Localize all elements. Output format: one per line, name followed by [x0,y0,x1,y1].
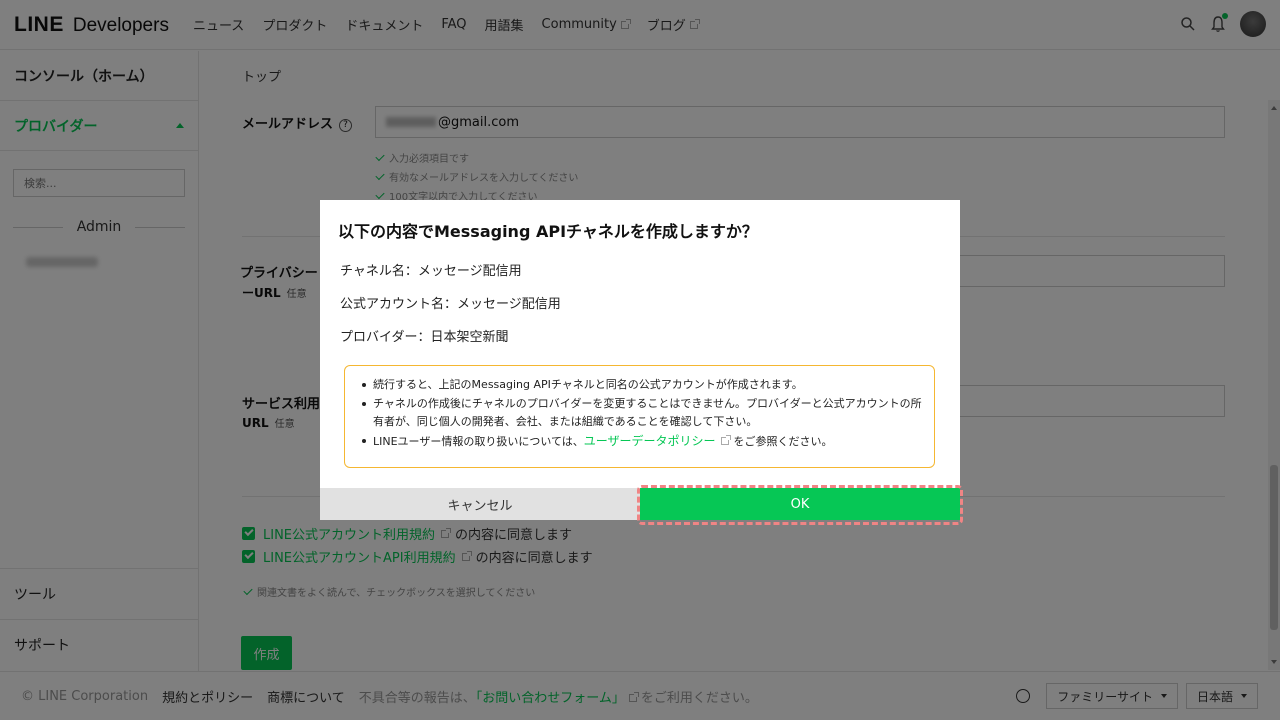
notice-item: チャネルの作成後にチャネルのプロバイダーを変更することはできません。プロバイダー… [359,395,924,431]
notice-item: LINEユーザー情報の取り扱いについては、ユーザーデータポリシー をご参照ください… [359,432,924,451]
provider-info: プロバイダー：日本架空新聞 [340,330,509,345]
user-data-policy-link[interactable]: ユーザーデータポリシー [584,434,716,448]
dialog-title: 以下の内容でMessaging APIチャネルを作成しますか？ [338,222,758,241]
notice-text: LINEユーザー情報の取り扱いについては、 [373,435,584,448]
channel-name-info: チャネル名：メッセージ配信用 [340,264,522,279]
cancel-button[interactable]: キャンセル [320,488,640,520]
confirm-create-channel-dialog: 以下の内容でMessaging APIチャネルを作成しますか？ チャネル名：メッ… [320,200,960,520]
notice-item: 続行すると、上記のMessaging APIチャネルと同名の公式アカウントが作成… [359,376,924,394]
account-name-info: 公式アカウント名：メッセージ配信用 [340,297,561,312]
external-link-icon [720,435,731,445]
ok-button-highlight [637,485,963,525]
notice-box: 続行すると、上記のMessaging APIチャネルと同名の公式アカウントが作成… [344,365,935,468]
notice-text: をご参照ください。 [733,435,833,448]
